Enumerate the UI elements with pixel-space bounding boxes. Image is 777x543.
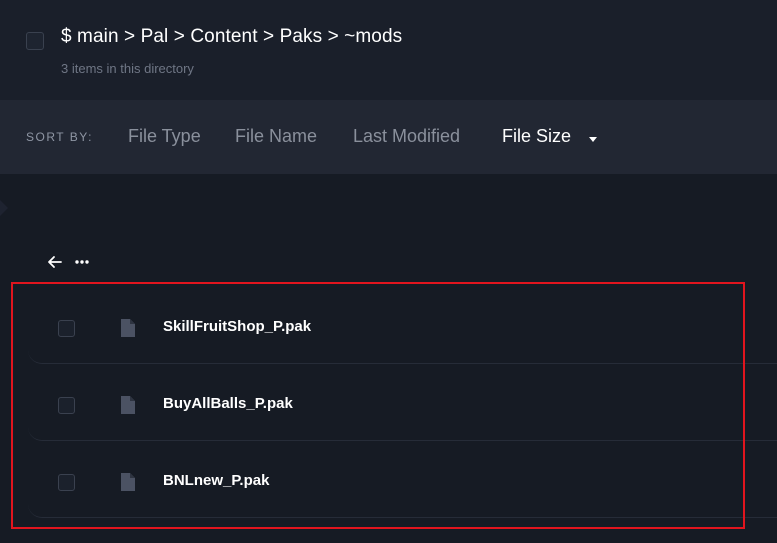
sort-option-file-size[interactable]: File Size: [502, 126, 571, 147]
sort-bar: SORT BY: File Type File Name Last Modifi…: [0, 100, 777, 174]
select-all-checkbox[interactable]: [26, 32, 44, 50]
file-name[interactable]: BuyAllBalls_P.pak: [163, 395, 293, 412]
item-count: 3 items in this directory: [61, 61, 194, 76]
sort-by-label: SORT BY:: [26, 130, 93, 144]
breadcrumb-item-pal[interactable]: Pal: [141, 26, 169, 47]
file-row[interactable]: BuyAllBalls_P.pak: [28, 365, 777, 441]
caret-down-icon[interactable]: [589, 137, 597, 142]
breadcrumb-separator: >: [124, 26, 141, 47]
breadcrumb-separator: >: [262, 26, 280, 47]
file-icon: [121, 473, 135, 491]
file-name[interactable]: SkillFruitShop_P.pak: [163, 318, 311, 335]
directory-header: $ main > Pal > Content > Paks > ~mods 3 …: [0, 0, 777, 100]
file-name[interactable]: BNLnew_P.pak: [163, 472, 269, 489]
file-row[interactable]: SkillFruitShop_P.pak: [28, 288, 777, 364]
file-checkbox[interactable]: [58, 397, 75, 414]
file-list: SkillFruitShop_P.pak BuyAllBalls_P.pak B…: [14, 286, 777, 526]
sort-option-last-modified[interactable]: Last Modified: [353, 126, 460, 147]
breadcrumb-item-paks[interactable]: Paks: [280, 26, 323, 47]
breadcrumb: $ main > Pal > Content > Paks > ~mods: [61, 26, 402, 50]
breadcrumb-separator: >: [173, 26, 191, 47]
breadcrumb-item-content[interactable]: Content: [190, 26, 257, 47]
navigation-controls: [46, 252, 90, 272]
ellipsis-icon[interactable]: [74, 259, 90, 265]
file-icon: [121, 396, 135, 414]
breadcrumb-item-mods[interactable]: ~mods: [344, 26, 402, 47]
breadcrumb-item-main[interactable]: $ main: [61, 26, 119, 47]
panel-notch: [0, 200, 8, 216]
breadcrumb-separator: >: [327, 26, 345, 47]
sort-option-file-type[interactable]: File Type: [128, 126, 201, 147]
file-icon: [121, 319, 135, 337]
file-checkbox[interactable]: [58, 320, 75, 337]
sort-option-file-name[interactable]: File Name: [235, 126, 317, 147]
file-row[interactable]: BNLnew_P.pak: [28, 442, 777, 518]
arrow-left-icon[interactable]: [46, 253, 64, 271]
file-checkbox[interactable]: [58, 474, 75, 491]
